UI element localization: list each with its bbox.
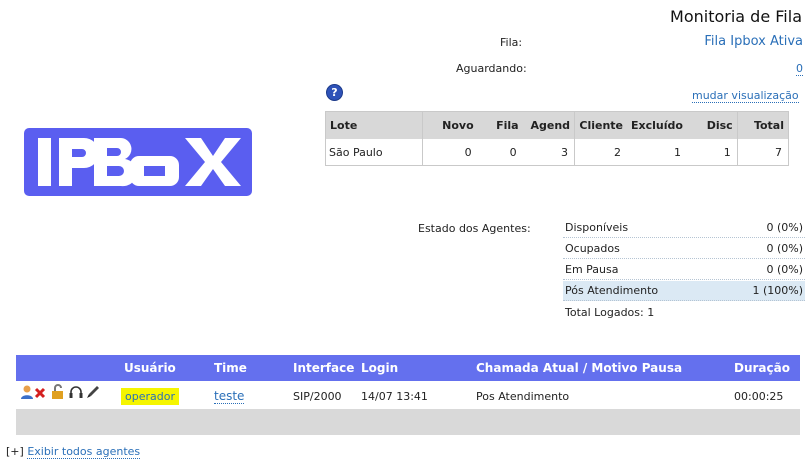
lote-disc: 1: [686, 139, 738, 166]
status-value: 0 (0%): [766, 263, 803, 276]
col-interface: Interface: [293, 361, 355, 375]
status-available: Disponíveis 0 (0%): [563, 218, 805, 238]
change-view-link[interactable]: mudar visualização: [692, 89, 799, 103]
help-icon[interactable]: ?: [327, 85, 342, 100]
col-disc: Disc: [686, 111, 738, 139]
remove-icon[interactable]: [34, 387, 46, 399]
agent-call: Pos Atendimento: [476, 390, 570, 403]
lote-header-row: Lote Novo Fila Agend Cliente Excluído Di…: [325, 111, 789, 139]
lote-fila: 0: [477, 139, 523, 166]
agents-table-header: Usuário Time Interface Login Chamada Atu…: [16, 355, 800, 381]
headset-icon[interactable]: [68, 384, 84, 400]
agents-status-panel: Disponíveis 0 (0%) Ocupados 0 (0%) Em Pa…: [563, 218, 805, 323]
lote-excluido: 1: [627, 139, 687, 166]
unlock-icon[interactable]: [50, 384, 66, 400]
col-cliente: Cliente: [574, 111, 627, 139]
status-value: 1 (100%): [752, 284, 803, 297]
show-all-agents[interactable]: [+] Exibir todos agentes: [6, 445, 141, 459]
lote-total: 7: [736, 139, 789, 166]
agent-team[interactable]: teste: [214, 389, 245, 404]
status-name: Em Pausa: [565, 263, 619, 276]
user-icon[interactable]: [19, 384, 35, 400]
waiting-label: Aguardando:: [456, 62, 527, 75]
waiting-count-link[interactable]: 0: [796, 62, 803, 76]
lote-agend: 3: [522, 139, 575, 166]
col-fila: Fila: [477, 111, 523, 139]
col-novo: Novo: [421, 111, 478, 139]
lote-table: Lote Novo Fila Agend Cliente Excluído Di…: [325, 111, 789, 166]
table-row: São Paulo 0 0 3 2 1 1 7: [325, 139, 789, 166]
ipbox-logo: [24, 128, 252, 196]
lote-novo: 0: [421, 139, 478, 166]
col-lote: Lote: [325, 111, 423, 139]
total-logged: Total Logados: 1: [565, 306, 655, 319]
col-time: Time: [214, 361, 247, 375]
show-all-agents-link[interactable]: Exibir todos agentes: [27, 445, 141, 459]
status-name: Disponíveis: [565, 221, 629, 234]
lote-name: São Paulo: [325, 139, 423, 166]
status-paused: Em Pausa 0 (0%): [563, 260, 805, 280]
status-name: Ocupados: [565, 242, 620, 255]
status-name: Pós Atendimento: [565, 284, 659, 297]
col-agend: Agend: [522, 111, 575, 139]
expand-toggle[interactable]: [+]: [6, 445, 24, 458]
col-usuario: Usuário: [124, 361, 176, 375]
agent-user[interactable]: operador: [121, 388, 179, 405]
agent-login: 14/07 13:41: [361, 390, 428, 403]
status-after-call: Pós Atendimento 1 (100%): [563, 281, 805, 301]
col-excluido: Excluído: [627, 111, 687, 139]
col-duracao: Duração: [734, 361, 790, 375]
table-row: operador teste SIP/2000 14/07 13:41 Pos …: [16, 381, 800, 409]
agent-duration: 00:00:25: [734, 390, 784, 403]
agents-status-label: Estado dos Agentes:: [418, 222, 531, 235]
table-row-empty: [16, 409, 800, 435]
queue-label: Fila:: [500, 36, 523, 49]
microphone-icon[interactable]: [85, 384, 101, 400]
col-total: Total: [736, 111, 789, 139]
col-chamada: Chamada Atual / Motivo Pausa: [476, 361, 683, 375]
status-value: 0 (0%): [766, 242, 803, 255]
agent-interface: SIP/2000: [293, 390, 342, 403]
col-login: Login: [361, 361, 399, 375]
queue-link[interactable]: Fila Ipbox Ativa: [704, 34, 803, 49]
page-title: Monitoria de Fila: [670, 7, 802, 26]
status-value: 0 (0%): [766, 221, 803, 234]
ipbox-logo-graphic: [38, 137, 241, 187]
status-busy: Ocupados 0 (0%): [563, 239, 805, 259]
lote-cliente: 2: [574, 139, 627, 166]
